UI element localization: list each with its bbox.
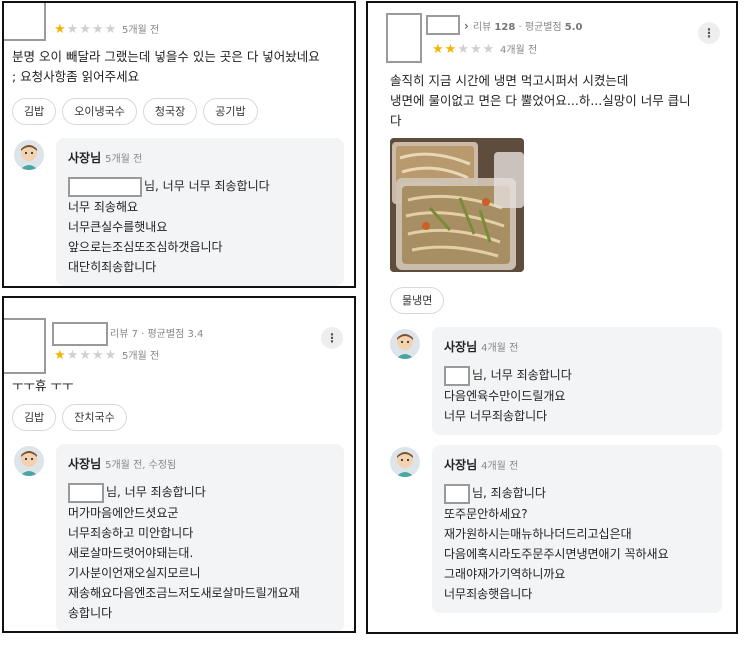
star-icon: ★	[91, 348, 105, 363]
redacted-name	[444, 483, 470, 504]
star-icon: ★	[444, 42, 458, 57]
review-line: ; 요청사항좀 읽어주세요	[12, 69, 140, 84]
review-date: 4개월 전	[500, 45, 538, 56]
reply-line: 너무 죄송해요	[68, 199, 139, 214]
owner-reply: 사장님 4개월 전 님, 죄송합니다 또주문안하세요? 재가원하시는매뉴하나더드리…	[432, 445, 722, 613]
owner-reply: 사장님 5개월 전, 수정됨 님, 너무 죄송합니다 머가마음에안드셧요군 너무죄…	[56, 444, 344, 631]
reply-header: 사장님 5개월 전, 수정됨	[68, 454, 342, 476]
reply-date: 5개월 전	[105, 154, 143, 165]
menu-tags: 김밥 잔치국수	[12, 404, 127, 431]
reply-line: 재가원하시는매뉴하나더드리고십은대	[444, 526, 632, 541]
reply-header: 사장님 4개월 전	[444, 455, 718, 477]
star-icon: ★	[104, 22, 118, 37]
rating-stars: ★★★★★	[54, 349, 117, 363]
reply-line: 그래야재가기역하니까요	[444, 566, 566, 581]
star-icon: ★	[79, 22, 92, 37]
reply-line: 님, 죄송합니다	[444, 483, 718, 504]
owner-avatar-icon	[14, 446, 44, 476]
menu-tag[interactable]: 물냉면	[390, 287, 445, 314]
review-text: ㅜㅜ휴 ㅜㅜ	[12, 376, 352, 396]
reply-line: 너무죄송햇읍니다	[444, 586, 533, 601]
reviewer-meta: 리뷰 7 · 평균별점 3.4	[110, 329, 204, 340]
star-icon: ★	[54, 348, 67, 363]
reply-line: 송합니다	[68, 605, 113, 620]
review-line: 분명 오이 빼달라 그랬는데 넣을수 있는 곳은 다 넣어놨네요	[12, 49, 320, 64]
menu-tag[interactable]: 오이냉국수	[62, 98, 137, 125]
reply-line: 님, 너무 죄송합니다	[444, 365, 714, 386]
star-icon: ★	[79, 348, 92, 363]
reply-line: 님, 너무 너무 죄송합니다	[68, 176, 338, 197]
reply-line: 대단히죄송합니다	[68, 259, 157, 274]
owner-avatar-icon	[390, 329, 420, 359]
review-line: ㅜㅜ휴 ㅜㅜ	[12, 378, 74, 393]
review-line: 다	[390, 113, 402, 128]
reply-line: 너무죄송하고 미안합니다	[68, 525, 194, 540]
owner-reply: 사장님 5개월 전 님, 너무 너무 죄송합니다 너무 죄송해요 너무큰실수를햇내…	[56, 138, 344, 286]
star-icon: ★	[66, 22, 80, 37]
star-icon: ★	[482, 42, 496, 57]
reply-date: 4개월 전	[481, 461, 519, 472]
reply-header: 사장님 4개월 전	[444, 337, 714, 359]
review-photo[interactable]	[390, 138, 524, 272]
star-icon: ★	[469, 42, 483, 57]
owner-avatar-icon	[390, 447, 420, 477]
star-icon: ★	[66, 348, 80, 363]
owner-reply: 사장님 4개월 전 님, 너무 죄송합니다 다음엔육수만이드릴개요 너무 너무죄송…	[432, 327, 722, 435]
owner-name: 사장님	[68, 151, 102, 165]
reply-line: 기사분이언재오실지모르니	[68, 565, 201, 580]
menu-tags: 김밥 오이냉국수 청국장 공기밥	[12, 98, 258, 125]
star-icon: ★	[104, 348, 118, 363]
reply-line: 재송해요다음엔조금느저도새로살마드릴개요재	[68, 585, 300, 600]
menu-tag[interactable]: 공기밥	[203, 98, 258, 125]
reply-line: 너무큰실수를햇내요	[68, 219, 168, 234]
review-card-1: ★★★★★ 5개월 전 분명 오이 빼달라 그랬는데 넣을수 있는 곳은 다 넣…	[2, 1, 356, 288]
reply-line: 또주문안하세요?	[444, 506, 528, 521]
star-icon: ★	[457, 42, 470, 57]
reply-line: 너무 너무죄송합니다	[444, 408, 548, 423]
redacted-avatar	[386, 13, 422, 63]
owner-avatar-icon	[14, 140, 44, 170]
rating-stars: ★★★★★	[54, 23, 117, 37]
owner-name: 사장님	[68, 457, 102, 471]
reply-line: 다음엔육수만이드릴개요	[444, 388, 566, 403]
owner-name: 사장님	[444, 340, 478, 354]
redacted-name	[68, 482, 104, 503]
rating-stars: ★★★★★	[432, 43, 495, 57]
menu-tag[interactable]: 잔치국수	[62, 404, 127, 431]
reviewer-meta: › 리뷰 128 · 평균별점 5.0	[464, 19, 583, 33]
more-vertical-icon[interactable]: ⋮	[321, 327, 343, 349]
review-date: 5개월 전	[122, 351, 160, 362]
reply-date: 5개월 전, 수정됨	[105, 460, 177, 471]
menu-tags: 물냉면	[390, 287, 445, 314]
review-date: 5개월 전	[122, 25, 160, 36]
review-line: 냉면에 물이없고 면은 다 뿔었어요...하...실망이 너무 큽니	[390, 93, 691, 108]
more-vertical-icon[interactable]: ⋮	[698, 22, 720, 44]
owner-name: 사장님	[444, 458, 478, 472]
chevron-right-icon[interactable]: ›	[464, 19, 469, 33]
review-text: 솔직히 지금 시간에 냉면 먹고시퍼서 시켰는데 냉면에 물이없고 면은 다 뿔…	[390, 71, 730, 131]
menu-tag[interactable]: 청국장	[142, 98, 198, 125]
star-icon: ★	[91, 22, 105, 37]
reply-header: 사장님 5개월 전	[68, 148, 338, 170]
review-card-2: 리뷰 7 · 평균별점 3.4 ⋮ ★★★★★ 5개월 전 ㅜㅜ휴 ㅜㅜ 김밥 …	[2, 296, 356, 633]
reply-line: 새로살마드렷어야돼는대.	[68, 545, 194, 560]
redacted-avatar	[4, 3, 46, 41]
reply-line: 앞으로는조심또조심하갯읍니다	[68, 239, 223, 254]
reply-date: 4개월 전	[481, 343, 519, 354]
review-text: 분명 오이 빼달라 그랬는데 넣을수 있는 곳은 다 넣어놨네요 ; 요청사항좀…	[12, 47, 352, 87]
redacted-username	[52, 322, 108, 346]
review-card-3: › 리뷰 128 · 평균별점 5.0 ⋮ ★★★★★ 4개월 전 솔직히 지금 …	[366, 1, 738, 634]
menu-tag[interactable]: 김밥	[12, 98, 57, 125]
reply-line: 님, 너무 죄송합니다	[68, 482, 342, 503]
star-icon: ★	[54, 22, 67, 37]
redacted-username	[426, 15, 460, 35]
redacted-name	[444, 365, 470, 386]
review-line: 솔직히 지금 시간에 냉면 먹고시퍼서 시켰는데	[390, 73, 629, 88]
reply-line: 머가마음에안드셧요군	[68, 505, 179, 520]
redacted-name	[68, 176, 142, 197]
star-icon: ★	[432, 42, 445, 57]
menu-tag[interactable]: 김밥	[12, 404, 57, 431]
redacted-avatar	[4, 318, 46, 374]
reply-line: 다음에혹시라도주문주시면냉면애기 꼭하새요	[444, 546, 669, 561]
